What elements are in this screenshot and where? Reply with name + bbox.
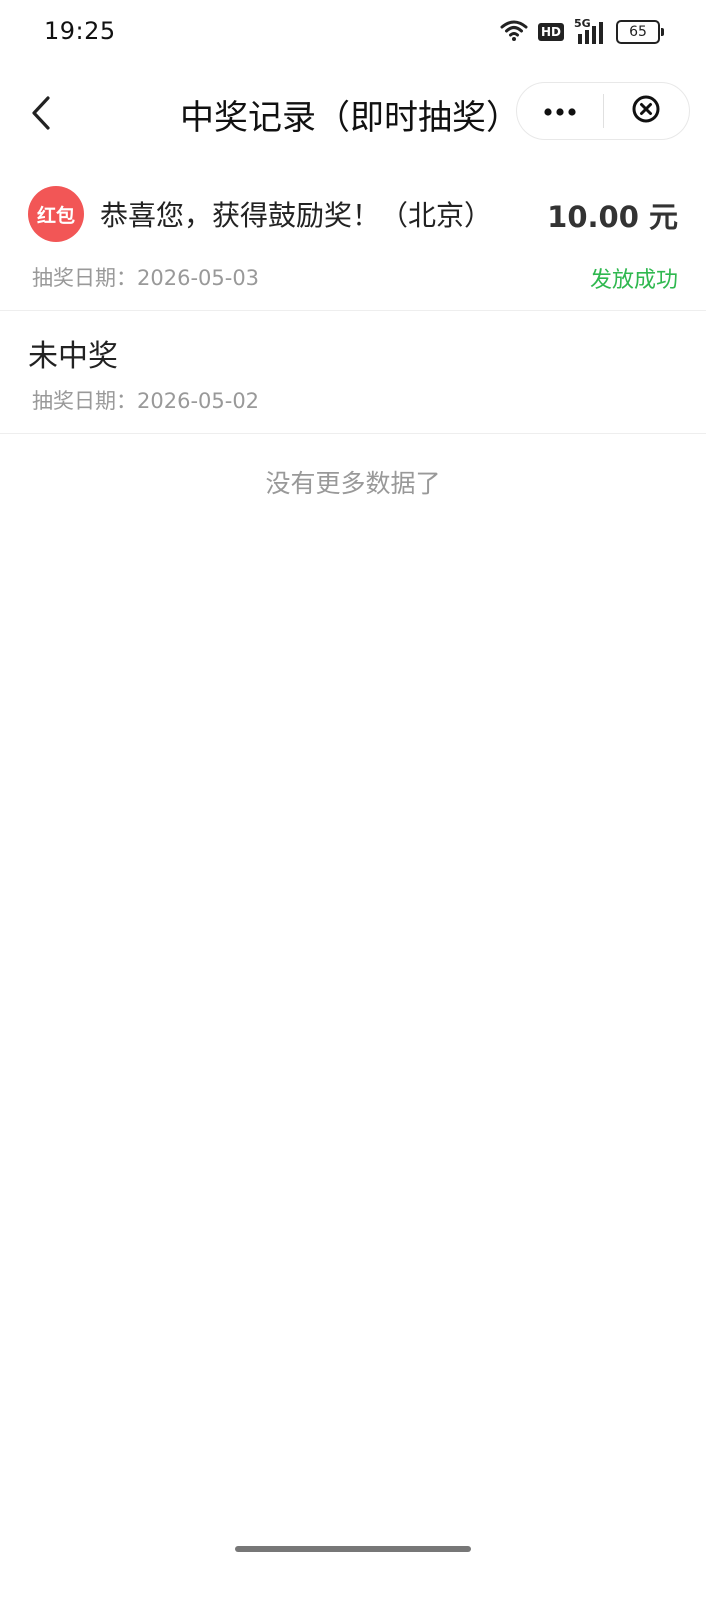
home-indicator[interactable] [235,1546,471,1552]
nav-bar: 中奖记录（即时抽奖） [0,70,720,156]
draw-date: 抽奖日期：2026-05-03 [32,266,260,290]
status-time: 19:25 [44,17,116,45]
signal-5g-icon: 5G [574,17,606,44]
list-item[interactable]: 未中奖 抽奖日期：2026-05-02 [0,311,706,434]
page-title: 中奖记录（即时抽奖） [180,98,520,138]
wifi-icon [500,19,528,45]
prize-title: 恭喜您，获得鼓励奖！（北京） [100,199,493,232]
close-circle-icon [631,94,661,128]
more-button[interactable] [517,83,603,139]
back-button[interactable] [26,88,66,138]
mini-program-capsule [516,82,690,140]
status-badge: 发放成功 [589,268,678,293]
draw-date: 抽奖日期：2026-05-02 [32,389,260,413]
no-more-data-text: 没有更多数据了 [265,469,441,498]
chevron-left-icon [26,96,66,142]
more-dots-icon [543,102,577,121]
list-item[interactable]: 红包 恭喜您，获得鼓励奖！（北京） 10.00 元 抽奖日期：2026-05-0… [0,172,706,311]
hd-icon: HD [537,23,564,41]
prize-amount: 10.00 元 [547,200,678,234]
close-button[interactable] [604,83,690,139]
red-packet-badge: 红包 [28,186,84,242]
prize-title: 未中奖 [28,339,118,374]
battery-icon: 65 [616,20,664,44]
status-icons: HD 5G 65 [500,17,664,46]
status-bar: 19:25 HD 5G 65 [0,0,720,64]
